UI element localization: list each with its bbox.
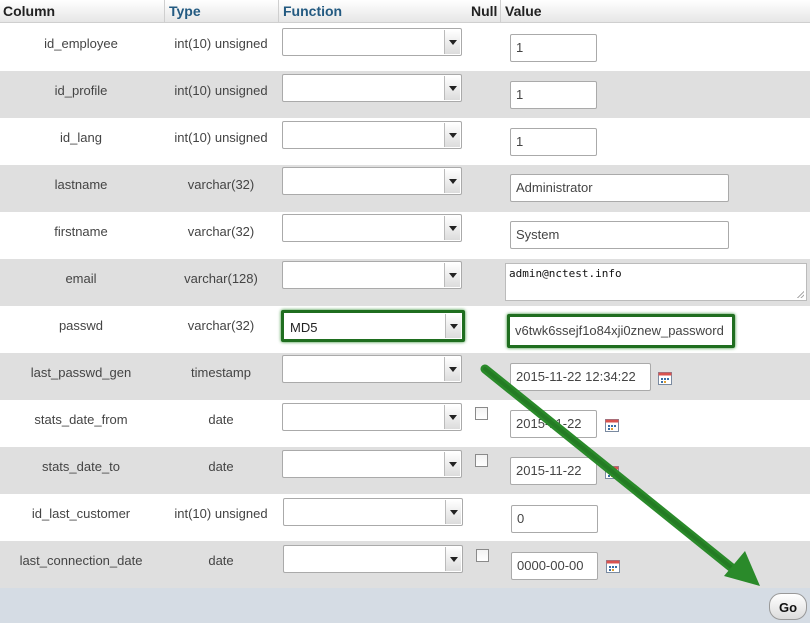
function-select[interactable]: MD5 bbox=[281, 310, 465, 342]
column-name: id_employee bbox=[44, 36, 118, 51]
table-row: stats_date_from date 2015-11-22 bbox=[0, 400, 810, 447]
chevron-down-icon bbox=[444, 452, 460, 476]
column-name: id_lang bbox=[60, 130, 102, 145]
function-select[interactable] bbox=[282, 355, 462, 383]
value-input[interactable]: Administrator bbox=[510, 174, 729, 202]
column-name: firstname bbox=[54, 224, 108, 239]
column-name: passwd bbox=[58, 318, 104, 333]
chevron-down-icon bbox=[444, 405, 460, 429]
header-type[interactable]: Type bbox=[169, 3, 201, 19]
value-input[interactable]: 1 bbox=[510, 128, 597, 156]
column-name: id_profile bbox=[54, 83, 108, 98]
value-textarea[interactable]: admin@nctest.info bbox=[505, 263, 807, 301]
column-type: date bbox=[208, 412, 234, 427]
chevron-down-icon bbox=[444, 216, 460, 240]
function-select[interactable] bbox=[283, 498, 463, 526]
table-row: id_profile int(10) unsigned 1 bbox=[0, 71, 810, 118]
null-checkbox[interactable] bbox=[475, 454, 488, 467]
calendar-icon[interactable] bbox=[605, 466, 619, 479]
resize-grip-icon[interactable] bbox=[797, 291, 804, 298]
chevron-down-icon bbox=[444, 169, 460, 193]
calendar-icon[interactable] bbox=[605, 419, 619, 432]
header-null: Null bbox=[471, 3, 498, 19]
header-function[interactable]: Function bbox=[283, 3, 342, 19]
function-select[interactable] bbox=[282, 74, 462, 102]
column-name: stats_date_from bbox=[34, 412, 128, 427]
form-footer bbox=[0, 588, 810, 623]
table-row: stats_date_to date 2015-11-22 bbox=[0, 447, 810, 494]
column-name: email bbox=[65, 271, 97, 286]
header-value: Value bbox=[505, 3, 542, 19]
value-input[interactable]: 1 bbox=[510, 34, 597, 62]
chevron-down-icon bbox=[444, 263, 460, 287]
function-select[interactable] bbox=[282, 121, 462, 149]
column-type: int(10) unsigned bbox=[174, 506, 268, 521]
column-type: int(10) unsigned bbox=[174, 130, 268, 145]
column-type: timestamp bbox=[191, 365, 251, 380]
chevron-down-icon bbox=[445, 314, 461, 338]
value-input[interactable]: 0000-00-00 bbox=[511, 552, 598, 580]
function-select-value: MD5 bbox=[290, 320, 318, 335]
table-row: last_passwd_gen timestamp 2015-11-22 12:… bbox=[0, 353, 810, 400]
calendar-icon[interactable] bbox=[658, 372, 672, 385]
null-checkbox[interactable] bbox=[475, 407, 488, 420]
table-row: id_employee int(10) unsigned 1 bbox=[0, 24, 810, 71]
table-row: firstname varchar(32) System bbox=[0, 212, 810, 259]
column-type: date bbox=[208, 553, 234, 568]
column-type: date bbox=[208, 459, 234, 474]
column-name: last_passwd_gen bbox=[30, 365, 132, 380]
table-row: id_last_customer int(10) unsigned 0 bbox=[0, 494, 810, 541]
function-select[interactable] bbox=[282, 403, 462, 431]
column-type: varchar(128) bbox=[184, 271, 258, 286]
function-select[interactable] bbox=[282, 28, 462, 56]
value-input[interactable]: 2015-11-22 bbox=[510, 457, 597, 485]
function-select[interactable] bbox=[283, 545, 463, 573]
table-row: email varchar(128) admin@nctest.info bbox=[0, 259, 810, 306]
column-type: varchar(32) bbox=[187, 224, 255, 239]
table-row: passwd varchar(32) MD5 v6twk6ssejf1o84xj… bbox=[0, 306, 810, 353]
value-input[interactable]: v6twk6ssejf1o84xji0znew_password bbox=[507, 314, 735, 348]
column-name: stats_date_to bbox=[41, 459, 121, 474]
chevron-down-icon bbox=[444, 30, 460, 54]
value-textarea-text: admin@nctest.info bbox=[509, 267, 622, 280]
function-select[interactable] bbox=[282, 214, 462, 242]
column-name: id_last_customer bbox=[31, 506, 131, 521]
calendar-icon[interactable] bbox=[606, 560, 620, 573]
table-row: lastname varchar(32) Administrator bbox=[0, 165, 810, 212]
value-input[interactable]: System bbox=[510, 221, 729, 249]
column-type: int(10) unsigned bbox=[174, 36, 268, 51]
function-select[interactable] bbox=[282, 167, 462, 195]
column-type: varchar(32) bbox=[187, 318, 255, 333]
chevron-down-icon bbox=[445, 547, 461, 571]
column-type: int(10) unsigned bbox=[174, 83, 268, 98]
chevron-down-icon bbox=[444, 357, 460, 381]
function-select[interactable] bbox=[282, 261, 462, 289]
table-header: Column Type Function Null Value bbox=[0, 0, 810, 23]
table-row: last_connection_date date 0000-00-00 bbox=[0, 541, 810, 588]
function-select[interactable] bbox=[282, 450, 462, 478]
column-name: lastname bbox=[54, 177, 108, 192]
header-divider bbox=[500, 0, 501, 23]
value-input[interactable]: 2015-11-22 12:34:22 bbox=[510, 363, 651, 391]
table-row: id_lang int(10) unsigned 1 bbox=[0, 118, 810, 165]
chevron-down-icon bbox=[445, 500, 461, 524]
header-divider bbox=[278, 0, 279, 23]
column-name: last_connection_date bbox=[19, 553, 143, 568]
null-checkbox[interactable] bbox=[476, 549, 489, 562]
header-column[interactable]: Column bbox=[3, 3, 55, 19]
value-input[interactable]: 1 bbox=[510, 81, 597, 109]
chevron-down-icon bbox=[444, 76, 460, 100]
value-input[interactable]: 2015-11-22 bbox=[510, 410, 597, 438]
value-input[interactable]: 0 bbox=[511, 505, 598, 533]
column-type: varchar(32) bbox=[187, 177, 255, 192]
chevron-down-icon bbox=[444, 123, 460, 147]
go-button[interactable]: Go bbox=[769, 593, 807, 620]
header-divider bbox=[164, 0, 165, 23]
